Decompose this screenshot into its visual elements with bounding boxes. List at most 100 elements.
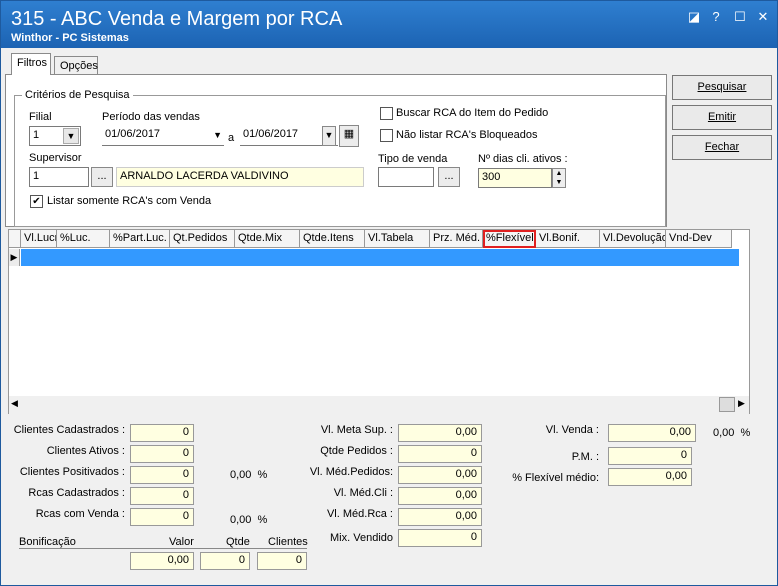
- date-separator: a: [228, 132, 235, 144]
- col-vnd-dev[interactable]: Vnd-Dev: [666, 230, 732, 248]
- bonificacao-qtde-label: Qtde: [226, 536, 250, 548]
- close-icon[interactable]: ✕: [754, 9, 772, 25]
- chevron-down-icon[interactable]: ▼: [322, 126, 336, 146]
- nao-listar-checkbox[interactable]: [380, 129, 393, 142]
- rcas-com-venda-value: 0: [130, 508, 194, 526]
- flex-medio-value: 0,00: [608, 468, 692, 486]
- resize-icon[interactable]: ◪: [685, 9, 703, 25]
- bonificacao-clientes: 0: [257, 552, 307, 570]
- horizontal-scrollbar[interactable]: ◀ ▶: [9, 396, 749, 414]
- col-pct-luc[interactable]: %Luc.: [57, 230, 110, 248]
- scroll-thumb[interactable]: [719, 397, 735, 412]
- med-pedidos-label: Vl. Méd.Pedidos:: [309, 466, 393, 478]
- date-from-picker[interactable]: 01/06/2017 ▼: [102, 126, 224, 146]
- col-prz-med[interactable]: Prz. Méd.: [430, 230, 483, 248]
- clientes-positivados-value: 0: [130, 466, 194, 484]
- fechar-button[interactable]: Fechar: [672, 135, 772, 160]
- meta-sup-value: 0,00: [398, 424, 482, 442]
- vl-venda-label: Vl. Venda :: [545, 424, 599, 436]
- pm-label: P.M. :: [571, 451, 599, 463]
- vl-venda-pct: 0,00 %: [713, 427, 751, 439]
- maximize-icon[interactable]: ☐: [731, 9, 749, 25]
- filters-panel: Critérios de Pesquisa Filial 1 ▼ Período…: [5, 74, 667, 227]
- app-window: 315 - ABC Venda e Margem por RCA Winthor…: [0, 0, 778, 586]
- bonificacao-valor: 0,00: [130, 552, 194, 570]
- bonificacao-header: Bonificação Valor Qtde Clientes: [19, 536, 308, 549]
- tipo-venda-label: Tipo de venda: [378, 153, 448, 165]
- clientes-ativos-value: 0: [130, 445, 194, 463]
- window-subtitle: Winthor - PC Sistemas: [11, 32, 129, 44]
- grid-corner: [9, 230, 21, 248]
- dias-spinner[interactable]: ▲ ▼: [552, 168, 566, 188]
- med-pedidos-value: 0,00: [398, 466, 482, 484]
- rcas-cadastrados-value: 0: [130, 487, 194, 505]
- col-vl-devolucao[interactable]: Vl.Devolução: [600, 230, 666, 248]
- chevron-down-icon[interactable]: ▼: [63, 128, 79, 144]
- med-cli-label: Vl. Méd.Cli :: [333, 487, 393, 499]
- med-rca-label: Vl. Méd.Rca :: [326, 508, 393, 520]
- dias-input[interactable]: 300: [478, 168, 552, 188]
- med-rca-value: 0,00: [398, 508, 482, 526]
- meta-sup-label: Vl. Meta Sup. :: [320, 424, 393, 436]
- filial-select[interactable]: 1 ▼: [29, 126, 81, 146]
- window-title: 315 - ABC Venda e Margem por RCA: [11, 8, 343, 30]
- col-flexivel[interactable]: %Flexível: [483, 230, 536, 248]
- title-bar: 315 - ABC Venda e Margem por RCA Winthor…: [1, 1, 777, 48]
- clientes-cadastrados-value: 0: [130, 424, 194, 442]
- qtde-pedidos-label: Qtde Pedidos :: [320, 445, 393, 457]
- supervisor-code-input[interactable]: 1: [29, 167, 89, 187]
- chevron-down-icon[interactable]: ▼: [213, 130, 222, 140]
- clientes-positivados-label: Clientes Positivados :: [19, 466, 125, 478]
- col-qtde-itens[interactable]: Qtde.Itens: [300, 230, 365, 248]
- tab-filtros[interactable]: Filtros: [11, 53, 51, 75]
- clientes-positivados-pct: 0,00 %: [230, 469, 268, 481]
- calendar-icon[interactable]: ▦: [339, 125, 359, 147]
- buscar-rca-checkbox[interactable]: [380, 107, 393, 120]
- listar-somente-checkbox[interactable]: ✔: [30, 195, 43, 208]
- med-cli-value: 0,00: [398, 487, 482, 505]
- filial-value: 1: [33, 129, 40, 141]
- scroll-left-icon[interactable]: ◀: [11, 398, 18, 409]
- nao-listar-label: Não listar RCA's Bloqueados: [396, 129, 538, 141]
- mix-vendido-value: 0: [398, 529, 482, 547]
- summary-panel: Clientes Cadastrados : 0 Clientes Ativos…: [5, 416, 775, 583]
- date-from-value: 01/06/2017: [105, 128, 161, 140]
- filial-label: Filial: [29, 111, 52, 123]
- results-grid[interactable]: Vl.Lucro %Luc. %Part.Luc. Qt.Pedidos Qtd…: [8, 229, 750, 414]
- dias-label: Nº dias cli. ativos :: [478, 153, 568, 165]
- tipo-venda-input[interactable]: [378, 167, 434, 187]
- help-icon[interactable]: ?: [707, 9, 725, 25]
- tab-opcoes[interactable]: Opções: [54, 56, 98, 76]
- criteria-legend: Critérios de Pesquisa: [22, 89, 133, 101]
- clientes-cadastrados-label: Clientes Cadastrados :: [13, 424, 125, 436]
- periodo-label: Período das vendas: [102, 111, 200, 123]
- rcas-com-venda-pct: 0,00 %: [230, 514, 268, 526]
- qtde-pedidos-value: 0: [398, 445, 482, 463]
- rcas-cadastrados-label: Rcas Cadastrados :: [28, 487, 125, 499]
- table-row[interactable]: [21, 249, 739, 266]
- scroll-right-icon[interactable]: ▶: [738, 398, 745, 409]
- bonificacao-qtde: 0: [200, 552, 250, 570]
- pesquisar-button[interactable]: Pesquisar: [672, 75, 772, 100]
- flex-medio-label: % Flexível médio:: [512, 472, 599, 484]
- col-qt-pedidos[interactable]: Qt.Pedidos: [170, 230, 235, 248]
- emitir-button[interactable]: Emitir: [672, 105, 772, 130]
- supervisor-search-button[interactable]: ...: [91, 167, 113, 187]
- date-to-value: 01/06/2017: [243, 128, 299, 140]
- tipo-venda-search-button[interactable]: ...: [438, 167, 460, 187]
- col-qtde-mix[interactable]: Qtde.Mix: [235, 230, 300, 248]
- bonificacao-label: Bonificação: [19, 536, 76, 548]
- col-vl-lucro[interactable]: Vl.Lucro: [21, 230, 57, 248]
- rcas-com-venda-label: Rcas com Venda :: [35, 508, 125, 520]
- col-part-luc[interactable]: %Part.Luc.: [110, 230, 170, 248]
- supervisor-label: Supervisor: [29, 152, 82, 164]
- supervisor-name-field: ARNALDO LACERDA VALDIVINO: [116, 167, 364, 187]
- col-vl-bonif[interactable]: Vl.Bonif.: [536, 230, 600, 248]
- listar-somente-label: Listar somente RCA's com Venda: [47, 195, 212, 207]
- row-indicator-icon: ▶: [9, 249, 20, 266]
- bonificacao-valor-label: Valor: [169, 536, 194, 548]
- mix-vendido-label: Mix. Vendido: [330, 532, 393, 544]
- buscar-rca-label: Buscar RCA do Item do Pedido: [396, 107, 549, 119]
- clientes-ativos-label: Clientes Ativos :: [46, 445, 125, 457]
- col-vl-tabela[interactable]: Vl.Tabela: [365, 230, 430, 248]
